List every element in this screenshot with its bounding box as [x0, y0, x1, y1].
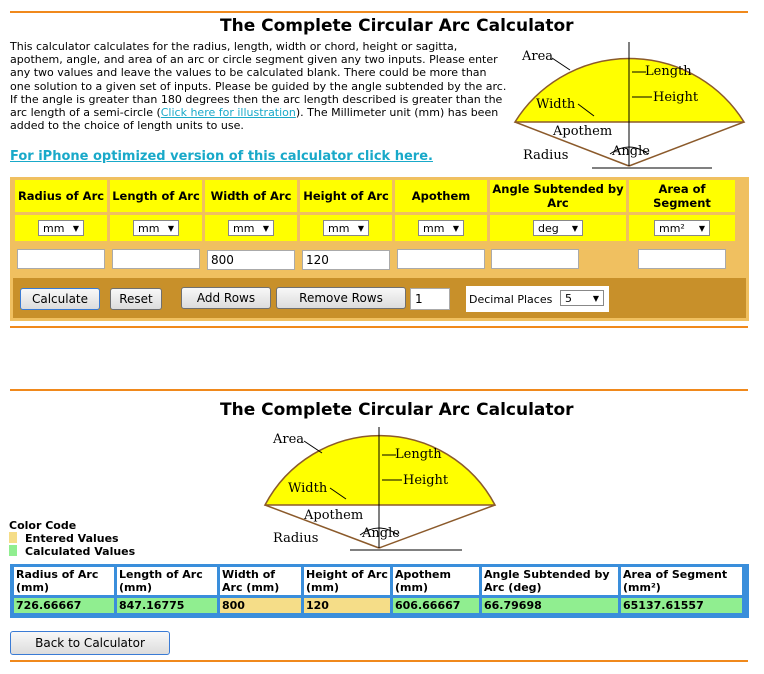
color-code-label: Color Code: [9, 519, 77, 532]
length-unit-select[interactable]: mm ▼: [133, 220, 179, 236]
header-area: Area of Segment: [629, 180, 735, 212]
height-input[interactable]: 120: [302, 250, 390, 270]
result-header-width: Width of Arc (mm): [220, 567, 301, 595]
diagram-angle-label: Angle: [611, 144, 650, 159]
divider-3: [10, 389, 748, 391]
header-angle: Angle Subtended by Arc: [490, 180, 626, 212]
bottom-divider: [10, 660, 748, 662]
remove-rows-button[interactable]: Remove Rows: [276, 287, 406, 309]
radius-input[interactable]: [17, 248, 105, 269]
length-input[interactable]: [112, 248, 200, 269]
results-table: Radius of Arc (mm) Length of Arc (mm) Wi…: [10, 564, 749, 618]
header-radius: Radius of Arc: [15, 180, 107, 212]
area-input[interactable]: [638, 248, 726, 269]
decimal-places-label: Decimal Places: [469, 293, 553, 306]
header-apothem: Apothem: [395, 180, 487, 212]
divider-2: [10, 326, 748, 328]
result-apothem: 606.66667: [393, 598, 479, 613]
calculated-swatch: [9, 545, 17, 556]
header-height: Height of Arc: [300, 180, 392, 212]
area-unit-select[interactable]: mm² ▼: [654, 220, 710, 236]
result-header-area: Area of Segment (mm²): [621, 567, 742, 595]
angle-input[interactable]: [491, 248, 579, 269]
diagram-apothem-label: Apothem: [552, 124, 612, 139]
decimal-places-select[interactable]: 5 ▼: [560, 290, 604, 306]
diagram-area-label: Area: [521, 49, 553, 64]
arc-diagram: Area Length Height Width Apothem Radius …: [513, 42, 746, 169]
iphone-link[interactable]: For iPhone optimized version of this cal…: [10, 149, 433, 164]
result-header-angle: Angle Subtended by Arc (deg): [482, 567, 618, 595]
diagram-width-label: Width: [536, 97, 576, 112]
back-to-calculator-button[interactable]: Back to Calculator: [10, 631, 170, 655]
results-diagram-apothem-label: Apothem: [303, 508, 363, 523]
header-length: Length of Arc: [110, 180, 202, 212]
description: This calculator calculates for the radiu…: [10, 40, 510, 132]
decimal-places-box: Decimal Places 5 ▼: [466, 286, 609, 312]
height-unit-select[interactable]: mm ▼: [323, 220, 369, 236]
results-arc-diagram: Area Length Height Width Apothem Radius …: [263, 427, 497, 551]
diagram-height-label: Height: [653, 90, 699, 105]
results-title: The Complete Circular Arc Calculator: [220, 400, 574, 420]
result-length: 847.16775: [117, 598, 217, 613]
result-height: 120: [304, 598, 390, 613]
width-input[interactable]: 800: [207, 250, 295, 270]
results-diagram-length-label: Length: [395, 447, 442, 462]
diagram-length-label: Length: [645, 64, 692, 79]
result-radius: 726.66667: [14, 598, 114, 613]
add-rows-button[interactable]: Add Rows: [181, 287, 271, 309]
apothem-input[interactable]: [397, 248, 485, 269]
result-header-height: Height of Arc (mm): [304, 567, 390, 595]
entered-swatch: [9, 532, 17, 543]
radius-unit-select[interactable]: mm ▼: [38, 220, 84, 236]
results-diagram-height-label: Height: [403, 473, 449, 488]
result-area: 65137.61557: [621, 598, 742, 613]
result-header-radius: Radius of Arc (mm): [14, 567, 114, 595]
rows-count-input[interactable]: 1: [410, 288, 450, 310]
calculator-form: Radius of Arc Length of Arc Width of Arc…: [10, 177, 749, 321]
reset-button[interactable]: Reset: [110, 288, 162, 310]
button-bar: Calculate Reset Add Rows Remove Rows 1 D…: [13, 278, 746, 318]
illustration-link[interactable]: Click here for illustration: [161, 106, 296, 119]
result-angle: 66.79698: [482, 598, 618, 613]
width-unit-select[interactable]: mm ▼: [228, 220, 274, 236]
result-header-apothem: Apothem (mm): [393, 567, 479, 595]
results-diagram-width-label: Width: [288, 481, 328, 496]
calculate-button[interactable]: Calculate: [20, 288, 100, 310]
apothem-unit-select[interactable]: mm ▼: [418, 220, 464, 236]
results-diagram-angle-label: Angle: [361, 526, 400, 541]
calculated-values-label: Calculated Values: [25, 545, 136, 558]
diagram-radius-label: Radius: [523, 148, 568, 163]
page-title: The Complete Circular Arc Calculator: [220, 16, 574, 36]
angle-unit-select[interactable]: deg ▼: [533, 220, 583, 236]
result-header-length: Length of Arc (mm): [117, 567, 217, 595]
results-diagram-area-label: Area: [272, 432, 304, 447]
result-width: 800: [220, 598, 301, 613]
top-divider: [10, 11, 748, 13]
entered-values-label: Entered Values: [25, 532, 119, 545]
header-width: Width of Arc: [205, 180, 297, 212]
results-diagram-radius-label: Radius: [273, 531, 318, 546]
